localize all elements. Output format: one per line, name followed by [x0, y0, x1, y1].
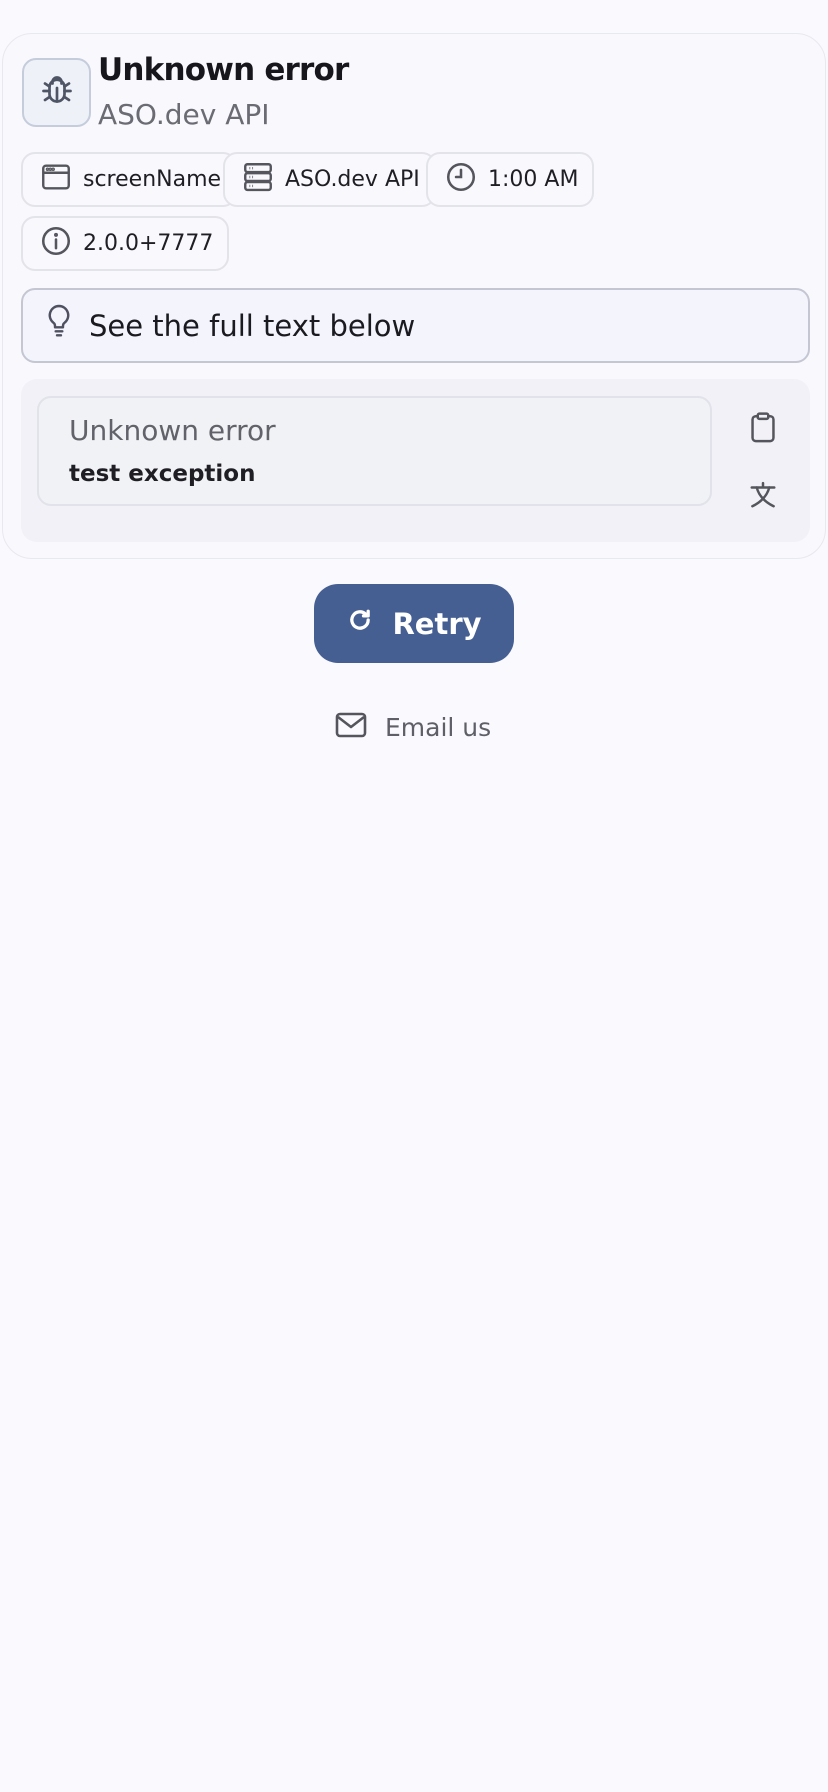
translate-button[interactable]: [739, 473, 787, 521]
chip-version[interactable]: 2.0.0+7777: [21, 216, 230, 271]
hint-text: See the full text below: [89, 308, 416, 343]
refresh-icon: [346, 606, 374, 641]
clock-icon: [444, 160, 478, 200]
error-message-title: Unknown error: [69, 414, 276, 447]
hint-banner: See the full text below: [21, 288, 810, 363]
error-message-box[interactable]: Unknown error test exception: [37, 396, 712, 506]
error-icon-box: [22, 58, 91, 127]
mail-icon: [335, 712, 367, 744]
chip-time-label: 1:00 AM: [488, 167, 579, 192]
info-icon: [39, 224, 73, 264]
error-details-panel: Unknown error test exception: [21, 379, 810, 542]
chip-service[interactable]: ASO.dev API: [223, 152, 436, 207]
copy-button[interactable]: [739, 406, 787, 454]
translate-icon: [748, 480, 778, 514]
bug-icon: [39, 73, 75, 113]
chip-screen[interactable]: screenName: [21, 152, 238, 207]
error-message-text: test exception: [69, 461, 256, 487]
chip-screen-label: screenName: [83, 167, 222, 192]
window-icon: [39, 160, 73, 200]
email-us-link[interactable]: Email us: [335, 705, 491, 750]
clipboard-icon: [748, 411, 778, 449]
error-card: Unknown error ASO.dev API screenName ASO…: [2, 33, 826, 559]
retry-button[interactable]: Retry: [314, 584, 514, 663]
chip-version-label: 2.0.0+7777: [83, 231, 214, 256]
server-icon: [241, 160, 275, 200]
email-us-label: Email us: [385, 713, 492, 742]
retry-label: Retry: [392, 606, 482, 641]
chip-time[interactable]: 1:00 AM: [426, 152, 595, 207]
error-title: Unknown error: [98, 52, 349, 88]
error-source: ASO.dev API: [98, 98, 270, 131]
chip-service-label: ASO.dev API: [285, 167, 420, 192]
lightbulb-icon: [43, 303, 75, 348]
